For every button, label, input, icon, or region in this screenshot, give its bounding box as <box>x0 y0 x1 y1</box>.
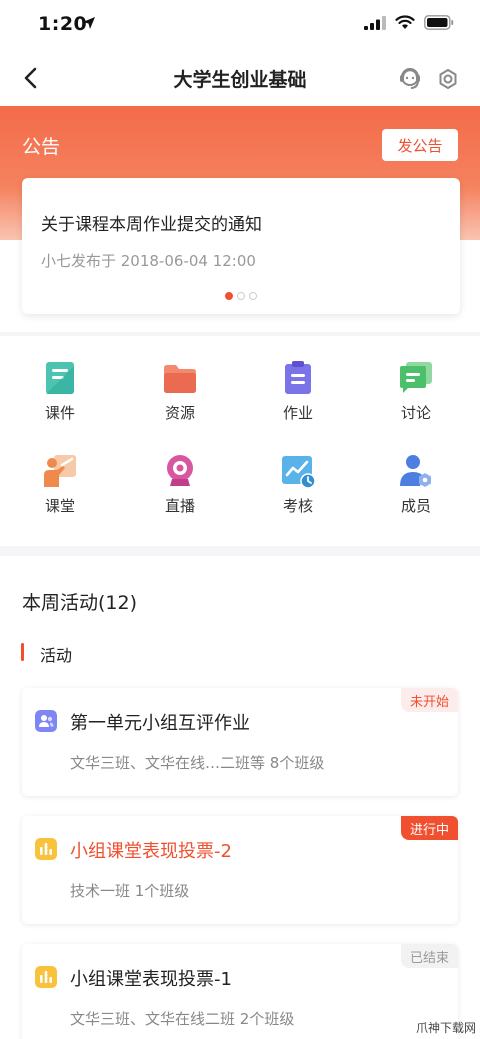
grid-label: 课件 <box>44 404 75 422</box>
homework-clipboard-icon <box>285 361 311 394</box>
carousel-dot[interactable] <box>237 292 245 300</box>
activity-card[interactable]: 第一单元小组互评作业 文华三班、文华在线…二班等 8个班级 未开始 <box>22 688 458 796</box>
activity-classes: 文华三班、文华在线…二班等 8个班级 <box>70 754 325 772</box>
post-notice-button[interactable]: 发公告 <box>382 129 458 161</box>
settings-button[interactable] <box>433 64 463 94</box>
section-marker <box>21 643 24 661</box>
carousel-dot[interactable] <box>225 292 233 300</box>
grid-item-classroom[interactable]: 课堂 <box>15 453 105 533</box>
discussion-icon <box>400 362 432 393</box>
notice-label: 公告 <box>22 136 61 158</box>
battery-icon <box>424 15 454 30</box>
grid-label: 资源 <box>164 404 195 422</box>
gear-icon <box>439 69 457 89</box>
activity-section: 本周活动(12) 活动 第一单元小组互评作业 文华三班、文华在线…二班等 8个班… <box>0 556 480 1039</box>
folder-icon <box>164 365 196 393</box>
assessment-icon <box>282 456 316 489</box>
members-icon <box>400 455 431 487</box>
activity-card[interactable]: 小组课堂表现投票-2 技术一班 1个班级 进行中 <box>22 816 458 924</box>
grid-item-assessment[interactable]: 考核 <box>253 453 343 533</box>
status-badge: 未开始 <box>400 688 458 712</box>
grid-item-courseware[interactable]: 课件 <box>15 360 105 440</box>
grid-item-homework[interactable]: 作业 <box>253 360 343 440</box>
notice-card[interactable]: 关于课程本周作业提交的通知 小七发布于 2018-06-04 12:00 <box>22 178 460 314</box>
signal-icon <box>364 15 386 30</box>
activity-name: 小组课堂表现投票-2 <box>70 841 232 862</box>
courseware-icon <box>46 362 74 394</box>
classroom-icon <box>44 455 76 487</box>
activity-card[interactable]: 小组课堂表现投票-1 文华三班、文华在线二班 2个班级 已结束 <box>22 944 458 1039</box>
activity-name: 小组课堂表现投票-1 <box>70 969 232 990</box>
headset-icon <box>400 68 420 89</box>
grid-label: 课堂 <box>44 497 75 515</box>
wifi-icon <box>395 15 415 29</box>
function-grid: 课件 资源 作业 讨论 课堂 直播 考核 成员 <box>0 336 480 546</box>
status-badge: 已结束 <box>400 944 458 968</box>
status-badge: 进行中 <box>400 816 458 840</box>
vote-icon <box>35 838 57 860</box>
status-bar: 1:20 <box>0 0 480 50</box>
grid-item-live[interactable]: 直播 <box>135 453 225 533</box>
status-time: 1:20 <box>38 13 88 35</box>
customer-service-button[interactable] <box>395 64 425 94</box>
notice-meta: 小七发布于 2018-06-04 12:00 <box>41 252 256 270</box>
activity-name: 第一单元小组互评作业 <box>70 713 250 734</box>
grid-label: 考核 <box>282 497 313 515</box>
notice-section: 公告 发公告 关于课程本周作业提交的通知 小七发布于 2018-06-04 12… <box>0 106 480 332</box>
notice-title: 关于课程本周作业提交的通知 <box>41 215 262 235</box>
grid-item-members[interactable]: 成员 <box>371 453 461 533</box>
grid-label: 作业 <box>282 404 313 422</box>
location-arrow-icon <box>83 17 95 29</box>
activity-classes: 文华三班、文华在线二班 2个班级 <box>70 1010 295 1028</box>
vote-icon <box>35 966 57 988</box>
grid-label: 直播 <box>164 497 195 515</box>
activity-section-label: 活动 <box>40 646 73 665</box>
peer-review-icon <box>35 710 57 732</box>
grid-label: 成员 <box>400 497 431 515</box>
carousel-dots <box>22 292 460 300</box>
watermark: 爪神下载网 <box>415 1021 476 1035</box>
live-camera-icon <box>167 455 193 486</box>
navigation-bar: 大学生创业基础 <box>0 50 480 106</box>
grid-item-resources[interactable]: 资源 <box>135 360 225 440</box>
week-activity-title: 本周活动(12) <box>22 592 138 614</box>
grid-label: 讨论 <box>400 404 431 422</box>
carousel-dot[interactable] <box>249 292 257 300</box>
grid-item-discussion[interactable]: 讨论 <box>371 360 461 440</box>
status-indicators <box>364 15 454 30</box>
activity-classes: 技术一班 1个班级 <box>70 882 190 900</box>
